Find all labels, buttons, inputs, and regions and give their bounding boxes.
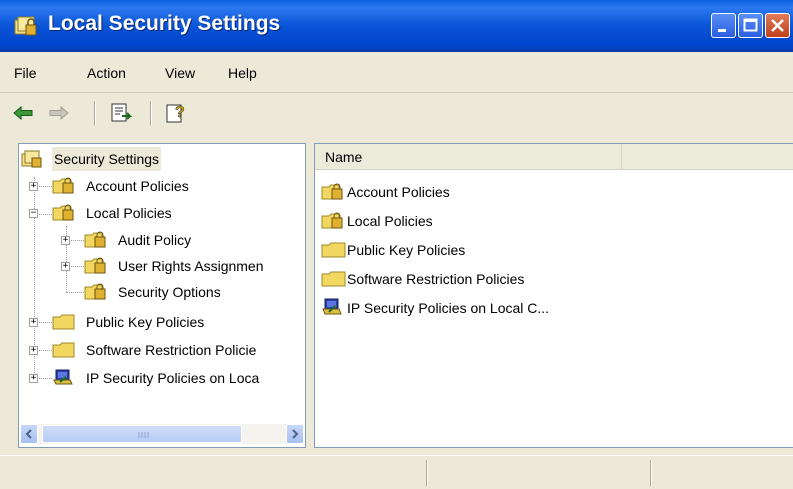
tree-item-local-policies[interactable]: − Local Policies (19, 201, 305, 225)
expand-icon[interactable]: + (29, 374, 38, 383)
help-button[interactable]: ? (164, 100, 190, 126)
svg-text:?: ? (175, 104, 185, 121)
folder-icon (52, 314, 75, 330)
minimize-button[interactable] (711, 13, 736, 38)
maximize-button[interactable] (738, 13, 763, 38)
tree-item-label: Account Policies (86, 178, 189, 194)
tree-item-software-restriction-policies[interactable]: + Software Restriction Policie (19, 338, 305, 362)
horizontal-scrollbar[interactable] (20, 424, 304, 444)
details-pane[interactable]: Name Account Policies Local Policies Pub… (314, 143, 793, 448)
tree-item-label: Local Policies (86, 205, 172, 221)
close-button[interactable] (765, 13, 790, 38)
expand-icon[interactable]: + (61, 262, 70, 271)
scroll-thumb[interactable] (42, 425, 242, 443)
export-list-button[interactable] (108, 100, 134, 126)
toolbar: ? (0, 93, 793, 133)
tree-item-label: Software Restriction Policie (86, 342, 257, 358)
tree-item-label: Audit Policy (118, 232, 192, 248)
back-button[interactable] (10, 100, 36, 126)
collapse-icon[interactable]: − (29, 209, 38, 218)
tree-root-label: Security Settings (52, 147, 162, 171)
maximize-icon (743, 18, 758, 32)
list-item-label: Public Key Policies (347, 242, 466, 258)
security-folder-icon (84, 283, 106, 300)
title-bar[interactable]: Local Security Settings (0, 0, 793, 52)
chevron-right-icon (292, 429, 299, 439)
tree-item-account-policies[interactable]: + Account Policies (19, 174, 305, 198)
export-list-icon (111, 103, 132, 122)
expand-icon[interactable]: + (61, 236, 70, 245)
ip-security-icon (53, 369, 73, 385)
menu-help[interactable]: Help (228, 65, 257, 81)
list-item-label: IP Security Policies on Local C... (347, 300, 550, 316)
window-title: Local Security Settings (48, 12, 281, 35)
list-item-label: Software Restriction Policies (347, 271, 525, 287)
local-security-settings-window: Local Security Settings File Action View… (0, 0, 793, 489)
folder-icon (52, 342, 75, 358)
expand-icon[interactable]: + (29, 318, 38, 327)
menu-view[interactable]: View (165, 65, 195, 81)
tree-item-audit-policy[interactable]: + Audit Policy (19, 228, 305, 252)
forward-button[interactable] (46, 100, 72, 126)
expand-icon[interactable]: + (29, 182, 38, 191)
scroll-left-button[interactable] (20, 424, 38, 444)
menu-action[interactable]: Action (87, 65, 126, 81)
security-folder-icon (52, 177, 74, 194)
scroll-right-button[interactable] (286, 424, 304, 444)
tree-item-label: User Rights Assignmen (118, 258, 264, 274)
column-header-empty[interactable] (622, 144, 793, 170)
minimize-icon (718, 29, 726, 32)
tree-pane[interactable]: Security Settings + Account Policies − L… (18, 143, 306, 448)
help-icon: ? (166, 104, 185, 123)
tree-item-security-options[interactable]: Security Options (19, 280, 305, 304)
security-folder-icon (84, 257, 106, 274)
security-folder-icon (321, 212, 343, 229)
list-item-label: Account Policies (347, 184, 450, 200)
expand-icon[interactable]: + (29, 346, 38, 355)
column-header-name[interactable]: Name (315, 144, 622, 170)
chevron-left-icon (25, 429, 32, 439)
tree-item-label: Public Key Policies (86, 314, 205, 330)
tree-item-ip-security-policies[interactable]: + IP Security Policies on Loca (19, 366, 305, 390)
tree-item-label: IP Security Policies on Loca (86, 370, 260, 386)
list-item-label: Local Policies (347, 213, 433, 229)
menu-bar: File Action View Help (0, 52, 793, 93)
security-settings-icon (14, 16, 37, 36)
folder-icon (321, 242, 346, 258)
menu-file[interactable]: File (14, 65, 37, 81)
back-arrow-icon (13, 105, 33, 121)
close-icon (771, 19, 784, 32)
forward-arrow-icon (49, 105, 69, 121)
security-folder-icon (321, 183, 343, 200)
ip-security-icon (322, 298, 342, 315)
tree-item-user-rights-assignment[interactable]: + User Rights Assignmen (19, 254, 305, 278)
security-settings-icon (21, 150, 42, 168)
tree-item-label: Security Options (118, 284, 221, 300)
security-folder-icon (84, 231, 106, 248)
grip-icon (138, 432, 149, 438)
folder-icon (321, 271, 346, 287)
security-folder-icon (52, 204, 74, 221)
tree-item-public-key-policies[interactable]: + Public Key Policies (19, 310, 305, 334)
status-bar (0, 455, 793, 489)
